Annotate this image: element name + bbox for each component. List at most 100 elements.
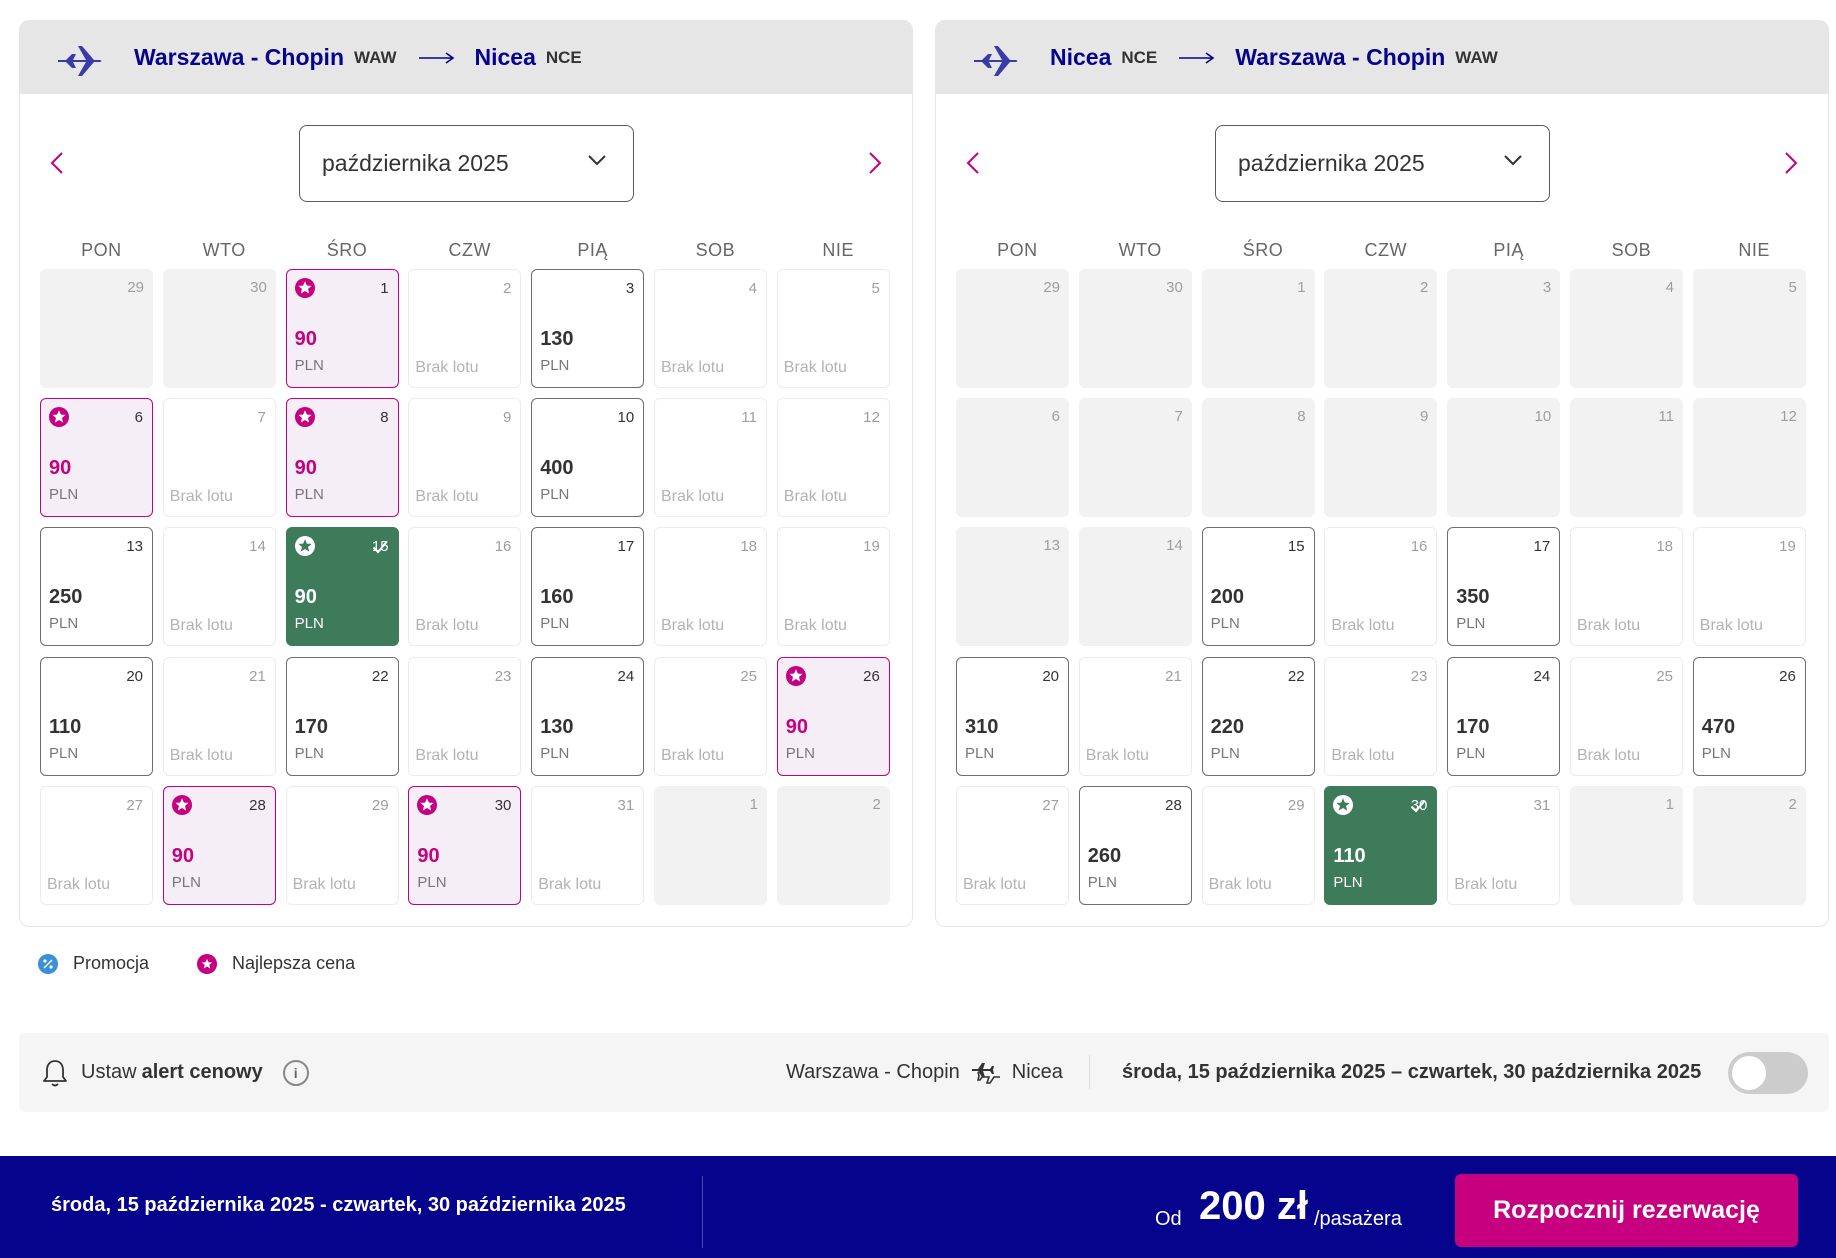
- day-number: 12: [863, 409, 880, 427]
- day-number: 15: [1287, 538, 1305, 556]
- alert-route-to: Nicea: [1011, 1061, 1063, 1083]
- best-price-star-icon: [49, 407, 69, 428]
- day-cell: 19 Brak lotu: [1692, 527, 1806, 647]
- day-number: 28: [1165, 796, 1182, 814]
- day-cell[interactable]: 24 170 PLN: [1447, 656, 1561, 776]
- day-cell: 3: [1447, 269, 1561, 388]
- chevron-right-icon: [1785, 152, 1798, 174]
- weekday-label: PON: [997, 239, 1038, 260]
- next-month-button[interactable]: [860, 148, 890, 178]
- day-number: 27: [1042, 796, 1059, 814]
- day-cell[interactable]: 6 90 PLN: [40, 398, 153, 518]
- day-cell[interactable]: 17 350 PLN: [1447, 527, 1561, 647]
- day-price: 130: [540, 715, 574, 738]
- day-cell[interactable]: 20 110 PLN: [40, 656, 153, 776]
- origin-code: NCE: [1121, 47, 1158, 67]
- best-price-star-icon: [294, 536, 315, 557]
- day-cell[interactable]: 8 90 PLN: [285, 398, 399, 518]
- day-cell[interactable]: 20 310 PLN: [956, 656, 1069, 776]
- price-alert-toggle[interactable]: [1728, 1052, 1808, 1094]
- day-number: 2: [1788, 795, 1797, 813]
- day-cell: 4 Brak lotu: [654, 269, 767, 388]
- no-flight-label: Brak lotu: [1454, 875, 1518, 893]
- per-passenger-label: /pasażera: [1314, 1208, 1402, 1230]
- info-icon[interactable]: i: [282, 1059, 309, 1086]
- outbound-calendar: Warszawa - Chopin WAW Nicea NCE paździer…: [19, 20, 913, 927]
- prev-month-button[interactable]: [958, 148, 988, 178]
- day-price: 90: [294, 457, 317, 480]
- day-number: 29: [371, 796, 389, 814]
- outbound-header: Warszawa - Chopin WAW Nicea NCE: [20, 21, 912, 94]
- day-price: 110: [1333, 844, 1366, 867]
- alert-date-range: środa, 15 października 2025 – czwartek, …: [1122, 1061, 1702, 1083]
- day-cell[interactable]: 1 90 PLN: [285, 269, 399, 388]
- start-booking-button[interactable]: Rozpocznij rezerwację: [1455, 1174, 1798, 1247]
- day-cell[interactable]: 17 160 PLN: [531, 527, 645, 647]
- day-cell[interactable]: 15 90 PLN: [285, 527, 399, 647]
- day-cell[interactable]: 28 90 PLN: [162, 785, 276, 905]
- no-flight-label: Brak lotu: [783, 359, 847, 376]
- day-currency: PLN: [49, 744, 79, 762]
- month-select[interactable]: października 2025: [299, 125, 634, 202]
- day-currency: PLN: [294, 357, 324, 374]
- day-cell[interactable]: 30 110 PLN: [1324, 785, 1438, 905]
- origin-city: Warszawa - Chopin: [134, 44, 344, 70]
- no-flight-label: Brak lotu: [292, 875, 356, 893]
- day-cell[interactable]: 13 250 PLN: [40, 527, 153, 647]
- day-number: 26: [863, 667, 880, 685]
- day-cell[interactable]: 28 260 PLN: [1078, 785, 1192, 905]
- day-price: 220: [1210, 715, 1244, 738]
- day-cell[interactable]: 10 400 PLN: [531, 398, 645, 518]
- price-alert-label: Ustaw alert cenowy i: [41, 1058, 309, 1088]
- weekday-label: WTO: [1118, 239, 1162, 260]
- total-price: 200 zł: [1199, 1184, 1308, 1228]
- day-cell[interactable]: 30 90 PLN: [408, 785, 522, 905]
- day-cell: 27 Brak lotu: [956, 785, 1069, 905]
- day-currency: PLN: [1210, 744, 1240, 762]
- day-cell[interactable]: 15 200 PLN: [1201, 527, 1315, 647]
- day-number: 9: [1420, 408, 1429, 426]
- no-flight-label: Brak lotu: [1699, 617, 1763, 635]
- month-select[interactable]: października 2025: [1215, 125, 1550, 202]
- day-number: 25: [1656, 667, 1673, 685]
- next-month-button[interactable]: [1776, 148, 1806, 178]
- day-number: 3: [625, 280, 635, 297]
- legend-promo: Promocja: [38, 953, 149, 974]
- weekday-label: NIE: [822, 239, 854, 260]
- day-number: 16: [1410, 538, 1428, 556]
- best-price-star-icon: [785, 665, 806, 686]
- legend-best: Najlepsza cena: [197, 953, 355, 974]
- destination-code: NCE: [545, 47, 582, 67]
- day-number: 29: [127, 279, 144, 296]
- day-cell: 1: [654, 785, 767, 905]
- month-select-value: października 2025: [322, 150, 509, 176]
- day-number: 1: [1665, 795, 1674, 813]
- weekday-header: PON WTO ŚRO CZW PIĄ SOB NIE: [936, 230, 1828, 270]
- day-number: 20: [1042, 667, 1059, 685]
- day-price: 310: [965, 715, 999, 738]
- day-number: 7: [257, 409, 266, 427]
- day-number: 7: [1174, 408, 1183, 426]
- day-number: 1: [749, 795, 758, 813]
- day-number: 12: [1780, 408, 1797, 426]
- day-cell[interactable]: 22 220 PLN: [1201, 656, 1315, 776]
- day-number: 14: [249, 538, 266, 556]
- booking-footer: środa, 15 października 2025 - czwartek, …: [0, 1156, 1836, 1258]
- no-flight-label: Brak lotu: [661, 359, 725, 376]
- weekday-label: SOB: [1611, 239, 1652, 260]
- toggle-knob: [1732, 1056, 1766, 1090]
- day-cell: 7 Brak lotu: [162, 398, 276, 518]
- day-currency: PLN: [294, 486, 324, 504]
- day-currency: PLN: [1701, 744, 1731, 762]
- day-currency: PLN: [540, 744, 570, 762]
- prev-month-button[interactable]: [42, 148, 72, 178]
- destination-code: WAW: [1455, 47, 1498, 67]
- day-number: 6: [134, 409, 143, 427]
- day-cell[interactable]: 22 170 PLN: [285, 656, 399, 776]
- day-currency: PLN: [294, 744, 324, 762]
- day-cell[interactable]: 3 130 PLN: [531, 269, 645, 388]
- weekday-label: CZW: [1364, 239, 1408, 260]
- day-cell[interactable]: 24 130 PLN: [531, 656, 645, 776]
- day-cell[interactable]: 26 470 PLN: [1692, 656, 1806, 776]
- day-cell[interactable]: 26 90 PLN: [776, 656, 890, 776]
